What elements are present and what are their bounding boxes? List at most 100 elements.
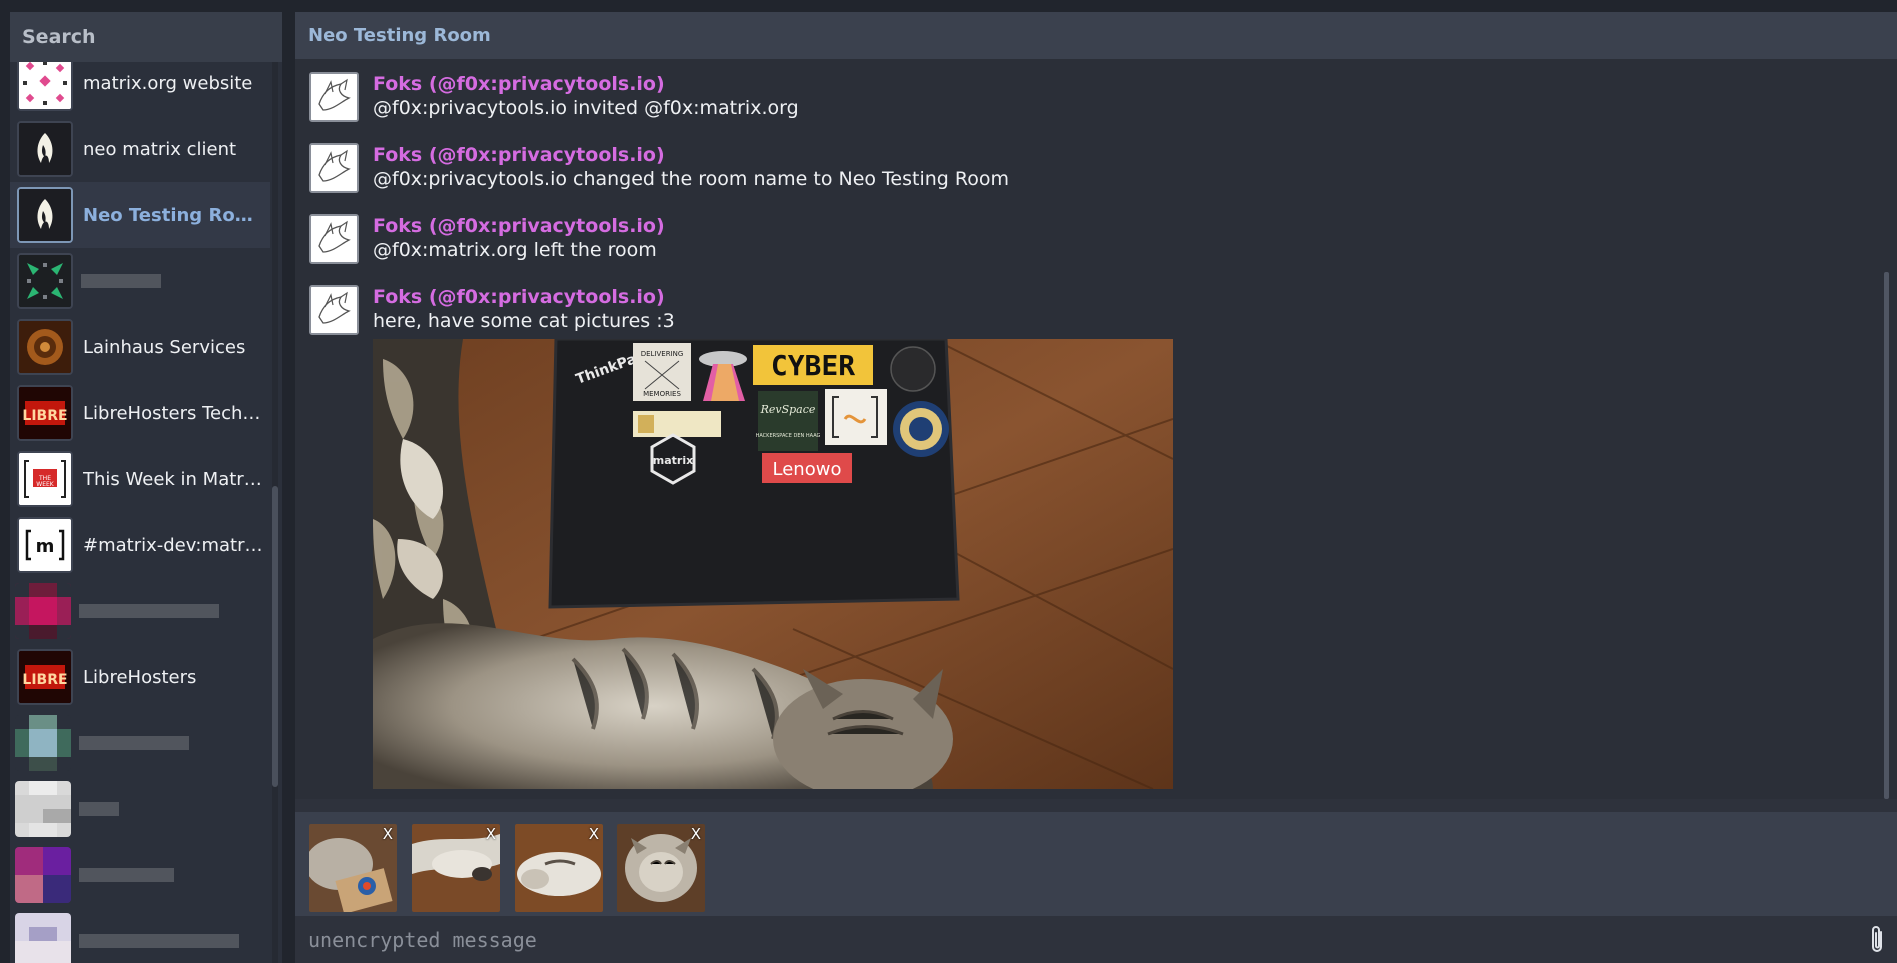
room-sidebar: Search matrix.org website neo matrix cli… xyxy=(10,12,282,963)
room-avatar xyxy=(17,121,73,177)
room-item-matrix-dev[interactable]: m #matrix-dev:matrix.... xyxy=(10,512,270,578)
room-name: Lainhaus Services xyxy=(83,336,246,358)
blurred-room-name xyxy=(79,802,119,816)
room-name: This Week in Matrix... xyxy=(83,468,263,490)
attachment-bar: X X X X xyxy=(295,812,1897,916)
remove-attachment-button[interactable]: X xyxy=(589,825,599,843)
remove-attachment-button[interactable]: X xyxy=(383,825,393,843)
hackerspace-label: HACKERSPACE DEN HAAG xyxy=(756,433,821,439)
message-event: Foks (@f0x:privacytools.io) here, have s… xyxy=(309,285,675,335)
remove-attachment-button[interactable]: X xyxy=(691,825,701,843)
paperclip-icon xyxy=(1872,925,1882,952)
blurred-room-name xyxy=(79,868,174,882)
room-name: Neo Testing Room xyxy=(83,204,263,226)
geometric-logo-icon xyxy=(19,255,71,307)
sender-name[interactable]: Foks (@f0x:privacytools.io) xyxy=(373,214,665,238)
message-text: @f0x:matrix.org left the room xyxy=(373,239,657,261)
delivering-label: DELIVERING xyxy=(641,350,684,358)
room-item-hidden[interactable] xyxy=(10,842,270,908)
cat-laptop-photo: ThinkPad DELIVERING MEMORIES CYBER RevSp… xyxy=(373,339,1173,789)
room-avatar xyxy=(17,187,73,243)
timeline-scroll-thumb[interactable] xyxy=(1884,272,1889,799)
revspace-label: RevSpace xyxy=(760,403,816,416)
message-image[interactable]: ThinkPad DELIVERING MEMORIES CYBER RevSp… xyxy=(373,339,1173,789)
attachment-preview[interactable]: X xyxy=(515,824,603,912)
room-avatar xyxy=(15,715,71,771)
twim-logo-icon: THE WEEK xyxy=(19,453,71,505)
memories-label: MEMORIES xyxy=(643,390,681,398)
room-item-matrix-website[interactable]: matrix.org website xyxy=(10,62,270,116)
svg-text:LIBRE: LIBRE xyxy=(22,672,67,688)
room-name: LibreHosters Techt... xyxy=(83,402,263,424)
timeline-scrollbar[interactable] xyxy=(1884,59,1889,799)
sender-avatar[interactable] xyxy=(309,285,359,335)
room-avatar xyxy=(15,781,71,837)
room-item-hidden[interactable] xyxy=(10,578,270,644)
room-item-neo-client[interactable]: neo matrix client xyxy=(10,116,270,182)
room-avatar xyxy=(15,913,71,963)
message-event: Foks (@f0x:privacytools.io) @f0x:privacy… xyxy=(309,143,1009,193)
libre-logo-icon: LIBRE xyxy=(19,387,71,439)
room-item-hidden[interactable] xyxy=(10,776,270,842)
matrix-logo-icon xyxy=(19,62,71,109)
room-name: neo matrix client xyxy=(83,138,237,160)
room-avatar: m xyxy=(17,517,73,573)
attachment-preview[interactable]: X xyxy=(309,824,397,912)
room-item-twim[interactable]: THE WEEK This Week in Matrix... xyxy=(10,446,270,512)
pixelated-avatar-icon xyxy=(15,781,71,837)
room-avatar xyxy=(17,253,73,309)
room-avatar xyxy=(15,583,71,639)
lenowo-label: Lenowo xyxy=(773,459,842,480)
sender-avatar[interactable] xyxy=(309,72,359,122)
room-avatar xyxy=(15,847,71,903)
remove-attachment-button[interactable]: X xyxy=(486,825,496,843)
room-item-lainhaus[interactable]: Lainhaus Services xyxy=(10,314,270,380)
room-item-librehosters[interactable]: LIBRE LibreHosters xyxy=(10,644,270,710)
pixelated-avatar-icon xyxy=(15,913,71,963)
room-name: #matrix-dev:matrix.... xyxy=(83,534,263,556)
room-name: matrix.org website xyxy=(83,72,253,94)
room-view: Neo Testing Room Foks (@f0x:privacytools… xyxy=(295,12,1897,963)
sidebar-scrollbar[interactable] xyxy=(272,62,278,963)
window-top-bar xyxy=(0,0,1897,12)
sender-avatar[interactable] xyxy=(309,143,359,193)
attach-file-button[interactable] xyxy=(1857,920,1897,960)
svg-text:WEEK: WEEK xyxy=(36,481,55,488)
lainhaus-logo-icon xyxy=(19,321,71,373)
sender-name[interactable]: Foks (@f0x:privacytools.io) xyxy=(373,72,799,96)
message-input[interactable] xyxy=(295,926,1857,953)
fox-sketch-avatar-icon xyxy=(311,216,357,262)
sidebar-scroll-thumb[interactable] xyxy=(272,486,278,787)
room-item-librehosters-tech[interactable]: LIBRE LibreHosters Techt... xyxy=(10,380,270,446)
neo-logo-icon xyxy=(19,189,71,241)
message-event: Foks (@f0x:privacytools.io) @f0x:privacy… xyxy=(309,72,799,122)
message-text: here, have some cat pictures :3 xyxy=(373,310,675,332)
search-label: Search xyxy=(22,26,96,48)
message-text: @f0x:privacytools.io invited @f0x:matrix… xyxy=(373,97,799,119)
pixelated-avatar-icon xyxy=(15,715,71,771)
sender-name[interactable]: Foks (@f0x:privacytools.io) xyxy=(373,143,1009,167)
svg-text:LIBRE: LIBRE xyxy=(22,408,67,424)
room-header: Neo Testing Room xyxy=(295,12,1897,59)
room-item-hidden[interactable] xyxy=(10,710,270,776)
room-avatar: LIBRE xyxy=(17,649,73,705)
message-composer xyxy=(295,916,1897,963)
room-item-hidden[interactable] xyxy=(10,248,270,314)
attachment-preview[interactable]: X xyxy=(412,824,500,912)
sender-avatar[interactable] xyxy=(309,214,359,264)
sender-name[interactable]: Foks (@f0x:privacytools.io) xyxy=(373,285,675,309)
attachment-preview[interactable]: X xyxy=(617,824,705,912)
room-item-hidden[interactable] xyxy=(10,908,270,963)
room-avatar: LIBRE xyxy=(17,385,73,441)
blurred-room-name xyxy=(81,274,161,288)
room-avatar: THE WEEK xyxy=(17,451,73,507)
pixelated-avatar-icon xyxy=(15,583,71,639)
search-field[interactable]: Search xyxy=(10,12,282,62)
blurred-room-name xyxy=(79,604,219,618)
room-item-neo-testing[interactable]: Neo Testing Room xyxy=(10,182,270,248)
fox-sketch-avatar-icon xyxy=(311,287,357,333)
fox-sketch-avatar-icon xyxy=(311,145,357,191)
matrix-sticker-label: matrix xyxy=(653,454,693,467)
matrix-m-icon: m xyxy=(19,519,71,571)
fox-sketch-avatar-icon xyxy=(311,74,357,120)
